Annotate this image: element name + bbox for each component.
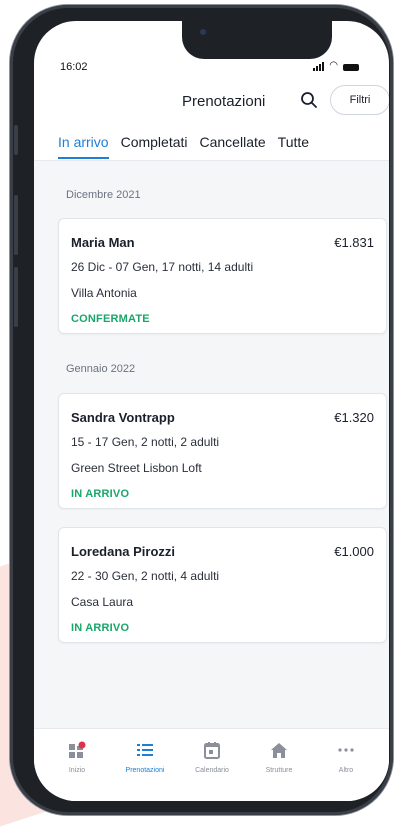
tabs-bar: In arrivo Completati Cancellate Tutte (58, 134, 321, 159)
list-icon (137, 744, 153, 756)
page-title: Prenotazioni (182, 93, 266, 110)
tab-bar-label: Prenotazioni (125, 767, 165, 774)
phone-volume-down (14, 267, 18, 327)
battery-icon (343, 64, 359, 71)
bottom-tab-bar: Inizio Prenotazioni Calendario Strutture… (34, 728, 389, 801)
tab-bar-item-inizio[interactable]: Inizio (45, 741, 109, 774)
phone-notch (182, 21, 332, 59)
bookings-list[interactable]: Dicembre 2021 Maria Man €1.831 26 Dic - … (34, 161, 389, 729)
guest-name: Maria Man (71, 235, 135, 250)
camera-icon (200, 29, 206, 35)
section-label: Gennaio 2022 (66, 363, 136, 375)
booking-price: €1.831 (334, 235, 374, 250)
booking-dates: 15 - 17 Gen, 2 notti, 2 adulti (71, 435, 220, 449)
guest-name: Sandra Vontrapp (71, 410, 175, 425)
property-name: Villa Antonia (71, 286, 137, 300)
status-badge: IN ARRIVO (71, 622, 130, 634)
home-grid-icon (69, 741, 86, 758)
booking-price: €1.000 (334, 544, 374, 559)
section-label: Dicembre 2021 (66, 189, 141, 201)
booking-card[interactable]: Maria Man €1.831 26 Dic - 07 Gen, 17 not… (58, 218, 387, 334)
tab-in-arrivo[interactable]: In arrivo (58, 134, 109, 159)
tab-bar-label: Inizio (68, 767, 86, 774)
tab-bar-label: Calendario (195, 767, 229, 774)
status-badge: CONFERMATE (71, 313, 150, 325)
property-name: Green Street Lisbon Loft (71, 461, 202, 475)
phone-frame: 16:02 ◠ Prenotazioni Filtri In arrivo Co… (10, 5, 393, 815)
booking-dates: 26 Dic - 07 Gen, 17 notti, 14 adulti (71, 260, 254, 274)
booking-card[interactable]: Loredana Pirozzi €1.000 22 - 30 Gen, 2 n… (58, 527, 387, 643)
filter-button[interactable]: Filtri (330, 85, 389, 115)
wifi-icon: ◠ (329, 60, 338, 71)
tab-completati[interactable]: Completati (121, 134, 188, 159)
tab-bar-label: Altro (338, 767, 354, 774)
booking-dates: 22 - 30 Gen, 2 notti, 4 adulti (71, 569, 220, 583)
tab-bar-label: Strutture (265, 767, 293, 774)
status-time: 16:02 (60, 61, 88, 73)
guest-name: Loredana Pirozzi (71, 544, 176, 559)
tab-bar-item-calendario[interactable]: Calendario (180, 741, 244, 774)
app-screen: 16:02 ◠ Prenotazioni Filtri In arrivo Co… (34, 21, 389, 801)
more-icon (338, 748, 354, 752)
calendar-icon (204, 742, 220, 759)
phone-volume-up (14, 195, 18, 255)
signal-icon (313, 62, 325, 71)
phone-side-button (14, 125, 18, 155)
search-icon[interactable] (300, 91, 318, 109)
house-icon (271, 743, 287, 758)
tab-bar-item-prenotazioni[interactable]: Prenotazioni (113, 741, 177, 774)
tab-bar-item-strutture[interactable]: Strutture (247, 741, 311, 774)
tab-cancellate[interactable]: Cancellate (200, 134, 266, 159)
property-name: Casa Laura (71, 595, 134, 609)
tab-tutte[interactable]: Tutte (278, 134, 309, 159)
booking-price: €1.320 (334, 410, 374, 425)
booking-card[interactable]: Sandra Vontrapp €1.320 15 - 17 Gen, 2 no… (58, 393, 387, 509)
status-icons: ◠ (313, 61, 359, 71)
status-badge: IN ARRIVO (71, 488, 130, 500)
tab-bar-item-altro[interactable]: Altro (314, 741, 378, 774)
